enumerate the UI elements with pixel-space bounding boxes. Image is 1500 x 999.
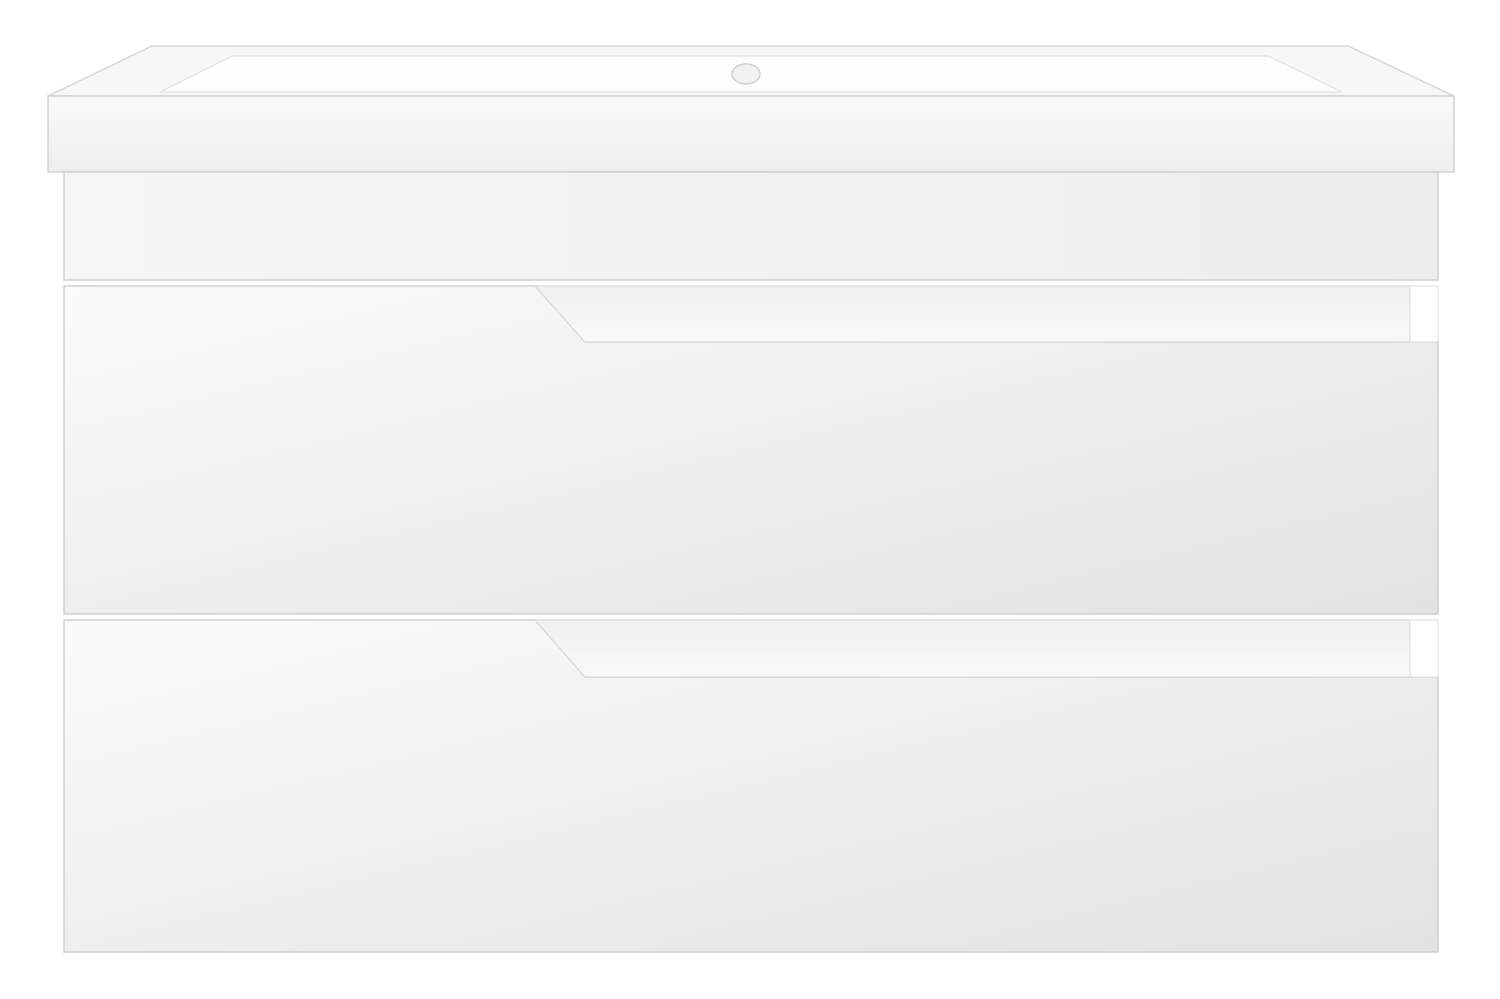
upper-drawer (63, 285, 1439, 615)
lower-drawer (63, 619, 1439, 953)
product-image (0, 0, 1500, 999)
cabinet-top-panel (63, 171, 1439, 281)
overflow-hole-icon (731, 63, 761, 85)
drawer-handle-groove (533, 619, 1411, 678)
drawer-handle-groove (533, 285, 1411, 343)
vanity-unit-illustration (47, 45, 1455, 953)
basin (47, 45, 1455, 173)
